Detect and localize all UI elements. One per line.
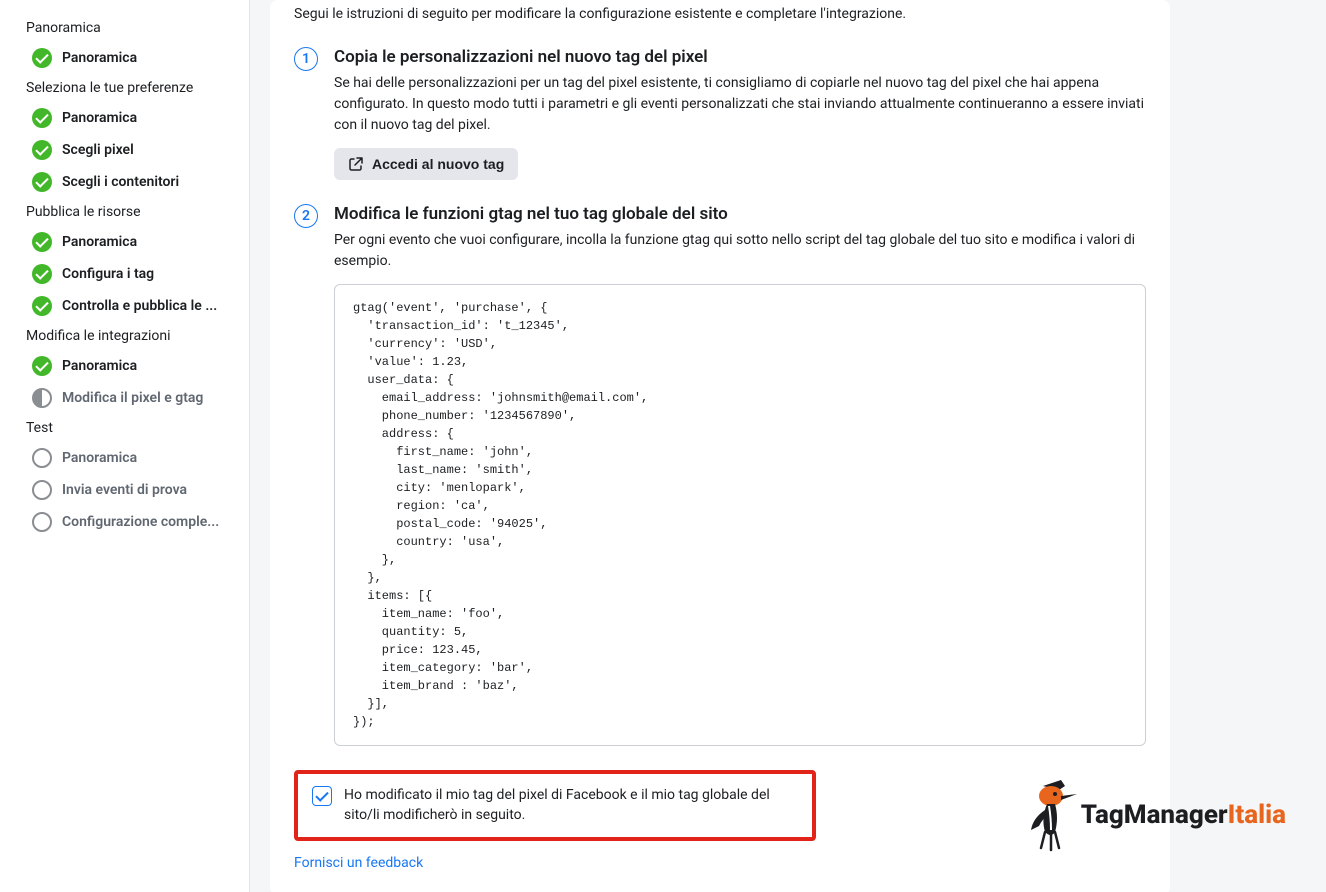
empty-circle-icon <box>32 448 52 468</box>
confirm-checkbox[interactable] <box>312 786 332 806</box>
check-circle-icon <box>32 108 52 128</box>
step-1-desc: Se hai delle personalizzazioni per un ta… <box>334 73 1146 136</box>
sidebar-item-configura-tag[interactable]: Configura i tag <box>0 258 249 290</box>
sidebar-section: Test Panoramica Invia eventi di prova Co… <box>0 414 249 538</box>
confirm-box: Ho modificato il mio tag del pixel di Fa… <box>294 770 816 841</box>
access-new-tag-button[interactable]: Accedi al nuovo tag <box>334 148 518 180</box>
sidebar-item-label: Configura i tag <box>62 266 154 282</box>
sidebar-item-label: Panoramica <box>62 110 137 126</box>
brand-text-2: Italia <box>1228 800 1286 830</box>
sidebar: Panoramica Panoramica Seleziona le tue p… <box>0 0 250 892</box>
sidebar-item-configurazione-completa[interactable]: Configurazione comple... <box>0 506 249 538</box>
sidebar-section-header: Test <box>0 414 249 442</box>
sidebar-item-controlla-pubblica[interactable]: Controlla e pubblica le ... <box>0 290 249 322</box>
sidebar-item-scegli-pixel[interactable]: Scegli pixel <box>0 134 249 166</box>
sidebar-item-panoramica[interactable]: Panoramica <box>0 442 249 474</box>
brand-logo: TagManagerItalia <box>1021 774 1286 856</box>
sidebar-item-label: Panoramica <box>62 50 137 66</box>
sidebar-item-label: Panoramica <box>62 234 137 250</box>
step-2-desc: Per ogni evento che vuoi configurare, in… <box>334 230 1146 272</box>
brand-text: TagManagerItalia <box>1081 800 1286 830</box>
code-snippet[interactable]: gtag('event', 'purchase', { 'transaction… <box>334 284 1146 746</box>
step-2: 2 Modifica le funzioni gtag nel tuo tag … <box>294 204 1146 746</box>
sidebar-item-panoramica[interactable]: Panoramica <box>0 102 249 134</box>
step-number-badge: 1 <box>294 47 318 71</box>
sidebar-item-panoramica[interactable]: Panoramica <box>0 350 249 382</box>
main-content: Segui le istruzioni di seguito per modif… <box>250 0 1326 892</box>
sidebar-section: Seleziona le tue preferenze Panoramica S… <box>0 74 249 198</box>
check-circle-icon <box>32 140 52 160</box>
woodpecker-icon <box>1021 774 1081 856</box>
sidebar-item-label: Invia eventi di prova <box>62 482 187 498</box>
content-card: Segui le istruzioni di seguito per modif… <box>270 0 1170 892</box>
sidebar-item-label: Configurazione comple... <box>62 514 219 530</box>
sidebar-item-panoramica[interactable]: Panoramica <box>0 226 249 258</box>
sidebar-item-label: Scegli pixel <box>62 142 134 158</box>
sidebar-item-panoramica[interactable]: Panoramica <box>0 42 249 74</box>
sidebar-section-header: Seleziona le tue preferenze <box>0 74 249 102</box>
sidebar-section: Panoramica Panoramica <box>0 14 249 74</box>
sidebar-item-modifica-pixel-gtag[interactable]: Modifica il pixel e gtag <box>0 382 249 414</box>
check-circle-icon <box>32 48 52 68</box>
confirm-text: Ho modificato il mio tag del pixel di Fa… <box>344 786 798 825</box>
half-circle-icon <box>32 388 52 408</box>
sidebar-item-label: Panoramica <box>62 450 137 466</box>
sidebar-item-label: Panoramica <box>62 358 137 374</box>
external-link-icon <box>348 156 364 172</box>
sidebar-section-header: Modifica le integrazioni <box>0 322 249 350</box>
check-circle-icon <box>32 232 52 252</box>
step-2-title: Modifica le funzioni gtag nel tuo tag gl… <box>334 204 1146 224</box>
sidebar-section-header: Pubblica le risorse <box>0 198 249 226</box>
sidebar-item-invia-eventi-prova[interactable]: Invia eventi di prova <box>0 474 249 506</box>
step-1-title: Copia le personalizzazioni nel nuovo tag… <box>334 47 1146 67</box>
sidebar-section-header: Panoramica <box>0 14 249 42</box>
check-circle-icon <box>32 356 52 376</box>
empty-circle-icon <box>32 480 52 500</box>
brand-text-1: TagManager <box>1081 800 1228 830</box>
step-number-badge: 2 <box>294 204 318 228</box>
feedback-link[interactable]: Fornisci un feedback <box>294 855 423 871</box>
step-content: Modifica le funzioni gtag nel tuo tag gl… <box>334 204 1146 746</box>
sidebar-item-label: Modifica il pixel e gtag <box>62 390 203 406</box>
empty-circle-icon <box>32 512 52 532</box>
intro-text: Segui le istruzioni di seguito per modif… <box>294 4 1146 25</box>
step-content: Copia le personalizzazioni nel nuovo tag… <box>334 47 1146 180</box>
step-1: 1 Copia le personalizzazioni nel nuovo t… <box>294 47 1146 180</box>
sidebar-item-label: Controlla e pubblica le ... <box>62 298 217 314</box>
sidebar-item-label: Scegli i contenitori <box>62 174 179 190</box>
check-circle-icon <box>32 172 52 192</box>
sidebar-section: Modifica le integrazioni Panoramica Modi… <box>0 322 249 414</box>
check-circle-icon <box>32 296 52 316</box>
sidebar-section: Pubblica le risorse Panoramica Configura… <box>0 198 249 322</box>
sidebar-item-scegli-contenitori[interactable]: Scegli i contenitori <box>0 166 249 198</box>
button-label: Accedi al nuovo tag <box>372 156 504 172</box>
check-circle-icon <box>32 264 52 284</box>
